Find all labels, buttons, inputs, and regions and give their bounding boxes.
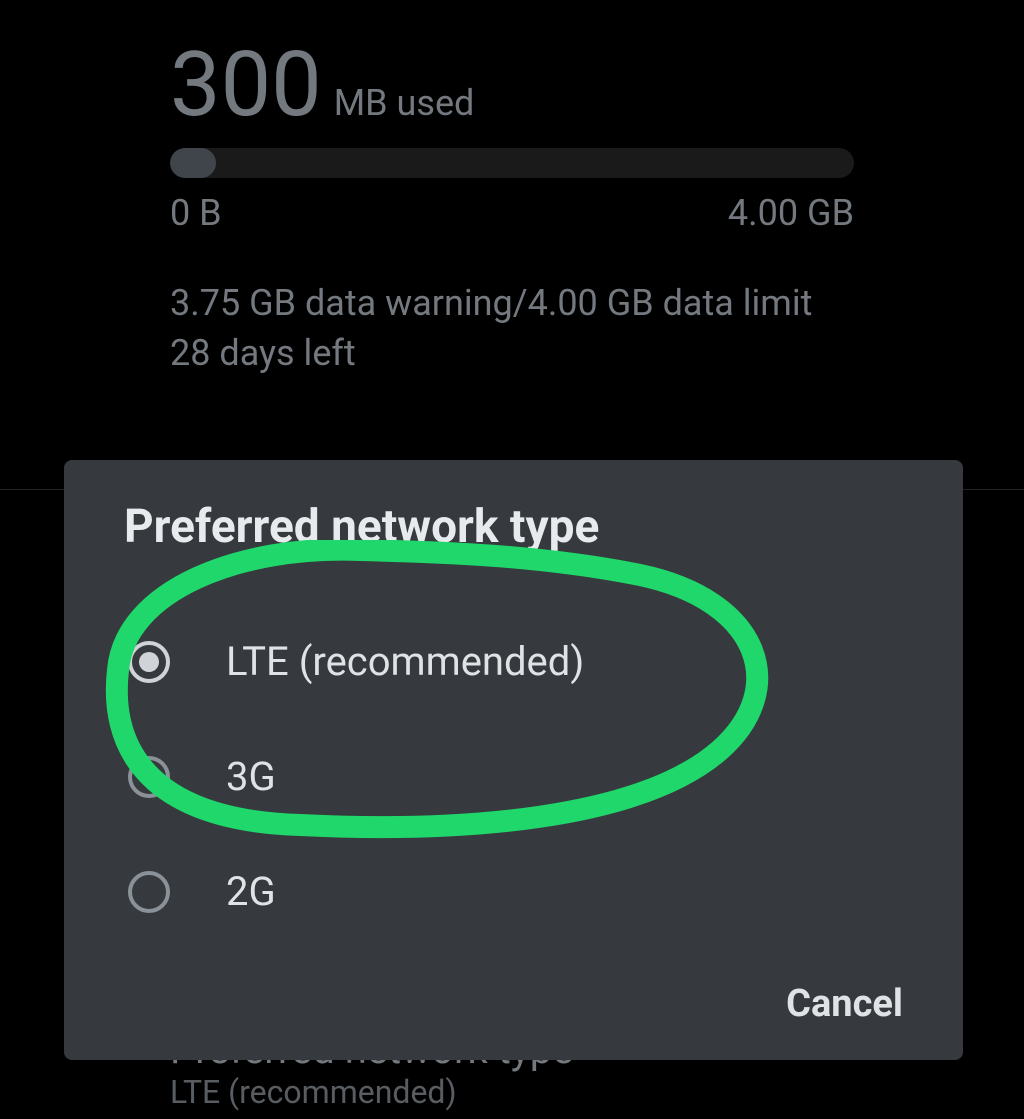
- radio-icon: [128, 641, 170, 683]
- option-3g-label: 3G: [226, 753, 276, 800]
- dialog-title: Preferred network type: [64, 500, 963, 554]
- radio-icon: [128, 756, 170, 798]
- option-lte[interactable]: LTE (recommended): [64, 604, 963, 719]
- dialog-actions: Cancel: [786, 982, 903, 1026]
- cancel-button[interactable]: Cancel: [786, 982, 903, 1026]
- radio-icon: [128, 871, 170, 913]
- option-lte-label: LTE (recommended): [226, 638, 584, 685]
- option-2g[interactable]: 2G: [64, 834, 963, 949]
- option-2g-label: 2G: [226, 868, 276, 915]
- network-type-dialog: Preferred network type LTE (recommended)…: [64, 460, 963, 1060]
- option-3g[interactable]: 3G: [64, 719, 963, 834]
